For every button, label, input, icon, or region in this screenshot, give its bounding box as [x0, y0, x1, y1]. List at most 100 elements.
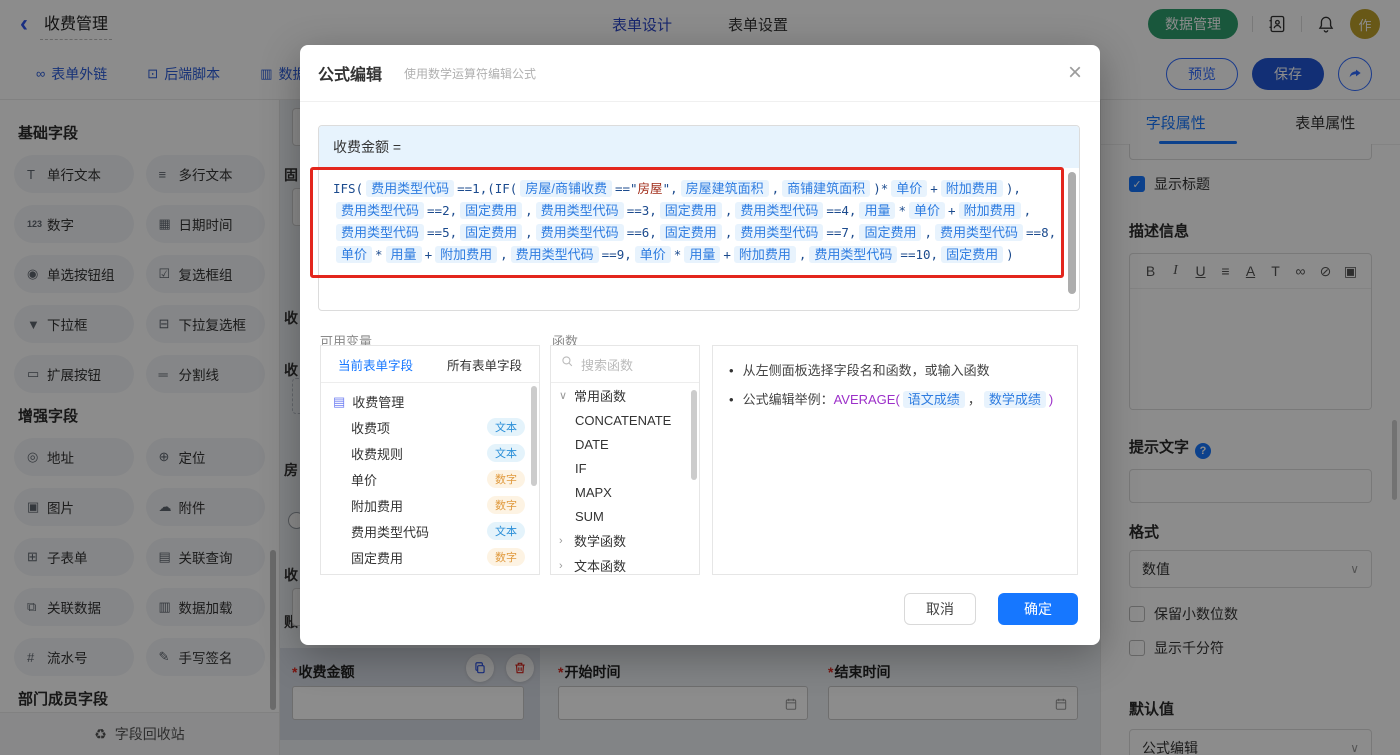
- field-token[interactable]: 固定费用: [859, 224, 922, 241]
- variable-type-badge: 文本: [487, 418, 525, 436]
- code-token: IFS(: [333, 181, 364, 196]
- formula-editor-modal: 公式编辑 使用数学运算符编辑公式 × 收费金额 = IFS(费用类型代码 ==1,…: [300, 45, 1100, 645]
- function-group[interactable]: ∨ 常用函数: [551, 383, 699, 408]
- field-token[interactable]: 附加费用: [940, 180, 1003, 197]
- field-token[interactable]: 固定费用: [659, 224, 722, 241]
- variable-type-badge: 数字: [487, 548, 525, 566]
- code-token: ==10,: [900, 247, 939, 262]
- hint-example-prefix: 公式编辑举例：: [742, 392, 834, 407]
- function-group[interactable]: › 文本函数: [551, 553, 699, 574]
- field-token[interactable]: 固定费用: [460, 202, 523, 219]
- field-token[interactable]: 附加费用: [733, 246, 796, 263]
- field-token[interactable]: 单价: [891, 180, 928, 197]
- code-token: ==6,: [626, 225, 657, 240]
- code-token: ==1,(IF(: [457, 181, 518, 196]
- formula-editor-box[interactable]: 收费金额 = IFS(费用类型代码 ==1,(IF(房屋/商铺收费 =="房屋", 房…: [318, 125, 1080, 311]
- formula-line: 费用类型代码 ==2, 固定费用, 费用类型代码 ==3, 固定费用, 费用类型代码 ==4,…: [333, 200, 1065, 222]
- code-token: ,: [500, 247, 508, 262]
- variable-row[interactable]: 收费项 文本: [321, 414, 539, 440]
- field-token[interactable]: 房屋建筑面积: [680, 180, 769, 197]
- function-search-input[interactable]: 搜索函数: [551, 346, 699, 383]
- code-token: ==7,: [826, 225, 857, 240]
- code-token: ): [1006, 247, 1014, 262]
- function-item[interactable]: IF: [551, 456, 699, 480]
- field-token[interactable]: 费用类型代码: [735, 202, 824, 219]
- variable-row[interactable]: 单价 数字: [321, 466, 539, 492]
- field-token[interactable]: 单价: [634, 246, 671, 263]
- field-token[interactable]: 固定费用: [941, 246, 1004, 263]
- variables-panel: 当前表单字段 所有表单字段 ▤ 收费管理 收费项 文本 收费规则 文本 单价 数字 附加费用…: [320, 345, 540, 575]
- field-token[interactable]: 费用类型代码: [336, 202, 425, 219]
- field-token[interactable]: 费用类型代码: [535, 224, 624, 241]
- field-token: 数学成绩: [983, 391, 1046, 408]
- field-token[interactable]: 附加费用: [435, 246, 498, 263]
- formula-scrollbar[interactable]: [1068, 172, 1076, 294]
- function-item[interactable]: SUM: [551, 504, 699, 528]
- tab-current-form-fields[interactable]: 当前表单字段: [321, 346, 430, 382]
- field-token[interactable]: 费用类型代码: [336, 224, 425, 241]
- field-token[interactable]: 用量: [859, 202, 896, 219]
- code-token: ,: [525, 203, 533, 218]
- formula-line: 单价 * 用量 + 附加费用, 费用类型代码 ==9, 单价 * 用量 + 附加费用, 费用类型代码 ==…: [333, 244, 1065, 266]
- field-token[interactable]: 费用类型代码: [735, 224, 824, 241]
- variable-row[interactable]: 费用类型代码 文本: [321, 518, 539, 544]
- variable-type-badge: 文本: [487, 444, 525, 462]
- field-token[interactable]: 固定费用: [460, 224, 523, 241]
- variables-root-label: 收费管理: [352, 395, 405, 410]
- field-token[interactable]: 附加费用: [958, 202, 1021, 219]
- variables-root[interactable]: ▤ 收费管理: [321, 383, 539, 414]
- cancel-button[interactable]: 取消: [904, 593, 976, 625]
- field-token[interactable]: 费用类型代码: [366, 180, 455, 197]
- function-item[interactable]: MAPX: [551, 480, 699, 504]
- variable-name: 收费项: [351, 420, 391, 436]
- field-token[interactable]: 单价: [336, 246, 373, 263]
- field-token[interactable]: 商铺建筑面积: [782, 180, 871, 197]
- code-token: *: [673, 247, 682, 262]
- field-token[interactable]: 费用类型代码: [510, 246, 599, 263]
- function-group-label: 数学函数: [574, 534, 627, 549]
- code-token: ,: [924, 225, 933, 240]
- example-close-paren: ): [1048, 392, 1054, 407]
- tab-all-form-fields[interactable]: 所有表单字段: [430, 346, 539, 382]
- bullet-icon: •: [729, 363, 734, 378]
- chevron-right-icon: ›: [559, 534, 563, 547]
- code-token: ,: [525, 225, 533, 240]
- variable-row[interactable]: 收费规则 文本: [321, 440, 539, 466]
- variables-scrollbar[interactable]: [531, 386, 537, 486]
- code-token: +: [948, 203, 956, 218]
- field-token[interactable]: 单价: [909, 202, 946, 219]
- field-token[interactable]: 用量: [385, 246, 422, 263]
- functions-panel: 搜索函数 ∨ 常用函数 CONCATENATE DATE IF MAPX SUM › 数学函数 ›…: [550, 345, 700, 575]
- code-token: *: [375, 247, 383, 262]
- code-token: ==4,: [826, 203, 857, 218]
- variable-row[interactable]: 附加费用 数字: [321, 492, 539, 518]
- code-token: ,: [1023, 203, 1032, 218]
- function-tree: ∨ 常用函数 CONCATENATE DATE IF MAPX SUM › 数学函数 › 文本函数: [551, 383, 699, 574]
- variable-name: 固定费用: [351, 550, 404, 566]
- form-doc-icon: ▤: [333, 393, 346, 409]
- code-token: ==8,: [1026, 225, 1057, 240]
- code-token: *: [898, 203, 907, 218]
- hints-panel: • 从左侧面板选择字段名和函数，或输入函数 • 公式编辑举例：AVERAGE(语…: [712, 345, 1078, 575]
- code-token: ,: [771, 181, 780, 196]
- function-item[interactable]: DATE: [551, 432, 699, 456]
- close-icon[interactable]: ×: [1068, 61, 1082, 85]
- variable-row[interactable]: 固定费用 数字: [321, 544, 539, 570]
- code-token: ,: [798, 247, 807, 262]
- field-token[interactable]: 固定费用: [659, 202, 722, 219]
- function-group[interactable]: › 数学函数: [551, 528, 699, 553]
- field-token[interactable]: 用量: [684, 246, 721, 263]
- formula-lines[interactable]: IFS(费用类型代码 ==1,(IF(房屋/商铺收费 =="房屋", 房屋建筑面积, 商…: [319, 168, 1079, 266]
- variable-name: 附加费用: [351, 498, 404, 514]
- field-token[interactable]: 房屋/商铺收费: [520, 180, 612, 197]
- code-token: ),: [1005, 181, 1021, 196]
- confirm-button[interactable]: 确定: [998, 593, 1078, 625]
- code-token: ==": [614, 181, 638, 196]
- field-token[interactable]: 费用类型代码: [935, 224, 1024, 241]
- code-token: +: [424, 247, 433, 262]
- functions-scrollbar[interactable]: [691, 390, 697, 480]
- field-token[interactable]: 费用类型代码: [535, 202, 624, 219]
- function-item[interactable]: CONCATENATE: [551, 408, 699, 432]
- code-token: ,: [724, 203, 733, 218]
- field-token[interactable]: 费用类型代码: [809, 246, 898, 263]
